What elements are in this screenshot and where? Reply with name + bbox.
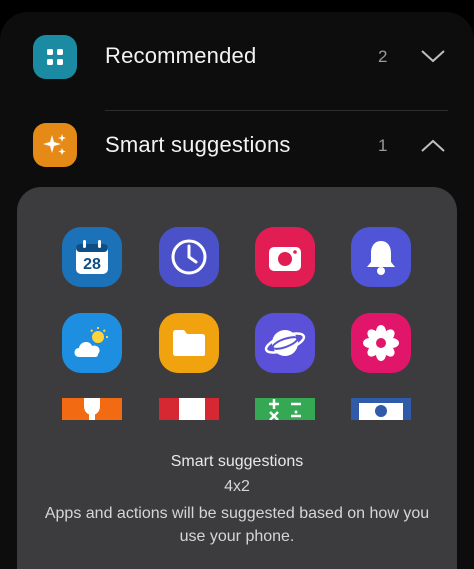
weather-icon: [62, 313, 122, 373]
category-title: Smart suggestions: [105, 132, 291, 157]
internet-icon: [255, 313, 315, 373]
camera-icon: [255, 227, 315, 287]
category-row-smart-suggestions[interactable]: Smart suggestions 1: [0, 100, 474, 190]
category-count: 1: [378, 136, 388, 155]
widget-size: 4x2: [224, 478, 250, 495]
chevron-down-icon[interactable]: [420, 48, 446, 64]
calculator-icon: [255, 398, 315, 420]
calendar-icon: 28: [62, 227, 122, 287]
calendar-date: 28: [83, 256, 101, 273]
clock-icon: [159, 227, 219, 287]
category-row-recommended[interactable]: Recommended 2: [0, 12, 474, 102]
apps-grid-icon: [33, 35, 77, 79]
settings-icon: [351, 398, 411, 420]
widget-name: Smart suggestions: [170, 453, 304, 470]
bixby-icon: [62, 398, 122, 420]
category-title: Recommended: [105, 43, 257, 68]
chevron-up-icon[interactable]: [420, 138, 446, 154]
category-count: 2: [378, 47, 388, 66]
folder-icon: [159, 313, 219, 373]
widget-description: Apps and actions will be suggested based…: [44, 505, 430, 545]
gallery-icon: [351, 313, 411, 373]
sparkle-icon: [33, 123, 77, 167]
widget-picker-sheet: Recommended 2 Smart suggestions 1 28 Sma…: [0, 12, 474, 569]
store-icon: [159, 398, 219, 420]
bell-icon: [351, 227, 411, 287]
widget-preview-card[interactable]: 28 Smart suggestions 4x2 Apps and action…: [17, 187, 457, 569]
